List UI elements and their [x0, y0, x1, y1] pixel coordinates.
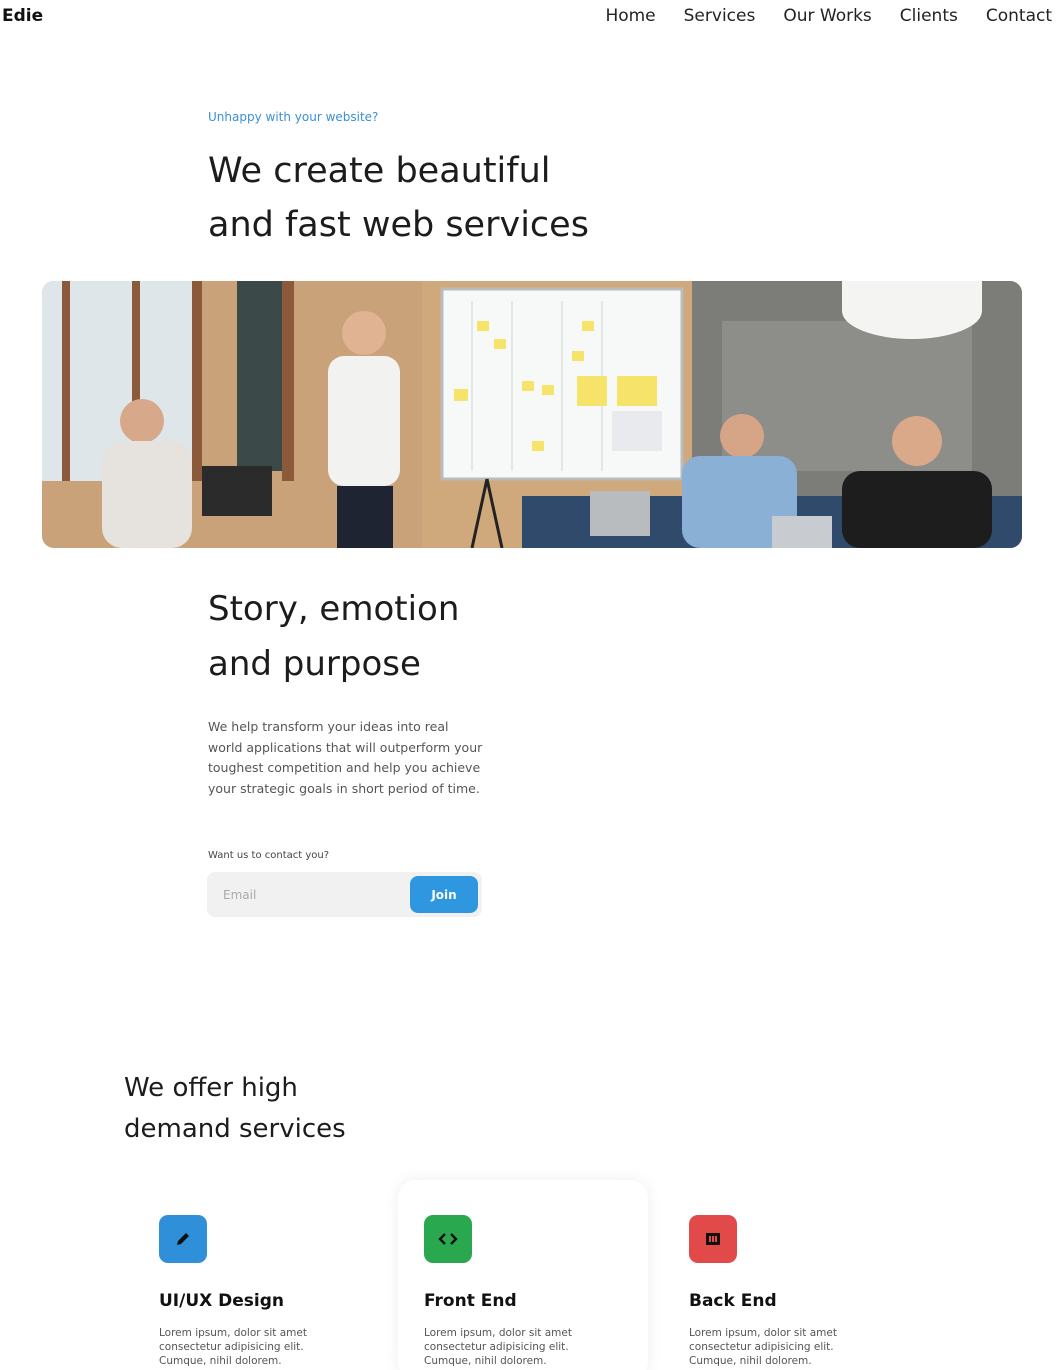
story-title: Story, emotion and purpose — [208, 582, 608, 692]
nav-menu: Home Services Our Works Clients Contact — [605, 6, 1052, 26]
services-title: We offer high demand services — [124, 1068, 444, 1150]
service-card-frontend[interactable]: Front End Lorem ipsum, dolor sit amet co… — [398, 1180, 648, 1370]
pencil-icon — [159, 1215, 207, 1263]
service-card-text: Lorem ipsum, dolor sit amet consectetur … — [159, 1327, 307, 1367]
nav-link-our-works[interactable]: Our Works — [783, 6, 871, 26]
hero-team-photo — [42, 281, 1022, 548]
services-title-line1: We offer high — [124, 1073, 298, 1103]
service-card-uiux[interactable]: UI/UX Design Lorem ipsum, dolor sit amet… — [133, 1180, 383, 1370]
service-card-text: Lorem ipsum, dolor sit amet consectetur … — [424, 1327, 572, 1367]
email-input[interactable] — [207, 872, 407, 917]
contact-cta-label: Want us to contact you? — [208, 850, 330, 861]
story-title-line2: and purpose — [208, 644, 421, 684]
nav-link-home[interactable]: Home — [605, 6, 655, 26]
story-description: We help transform your ideas into real w… — [208, 719, 483, 796]
services-title-line2: demand services — [124, 1114, 346, 1144]
service-card-backend[interactable]: Back End Lorem ipsum, dolor sit amet con… — [663, 1180, 913, 1370]
team-meeting-illustration — [42, 281, 1022, 548]
nav-link-contact[interactable]: Contact — [986, 6, 1052, 26]
hero-title: We create beautiful and fast web service… — [208, 144, 708, 252]
brand-logo[interactable]: Edie — [2, 6, 43, 26]
story-title-line1: Story, emotion — [208, 589, 460, 629]
nav-link-services[interactable]: Services — [684, 6, 756, 26]
service-card-title: Front End — [424, 1291, 517, 1311]
code-icon — [424, 1215, 472, 1263]
service-card-title: Back End — [689, 1291, 777, 1311]
service-card-title: UI/UX Design — [159, 1291, 285, 1311]
join-button[interactable]: Join — [410, 876, 478, 913]
top-navbar: Edie Home Services Our Works Clients Con… — [0, 0, 1062, 36]
hero-eyebrow: Unhappy with your website? — [208, 110, 379, 124]
hero-title-line2: and fast web services — [208, 205, 589, 245]
service-card-text: Lorem ipsum, dolor sit amet consectetur … — [689, 1327, 837, 1367]
nav-link-clients[interactable]: Clients — [900, 6, 958, 26]
contact-form: Join — [207, 872, 482, 917]
server-icon — [689, 1215, 737, 1263]
hero-title-line1: We create beautiful — [208, 151, 551, 191]
